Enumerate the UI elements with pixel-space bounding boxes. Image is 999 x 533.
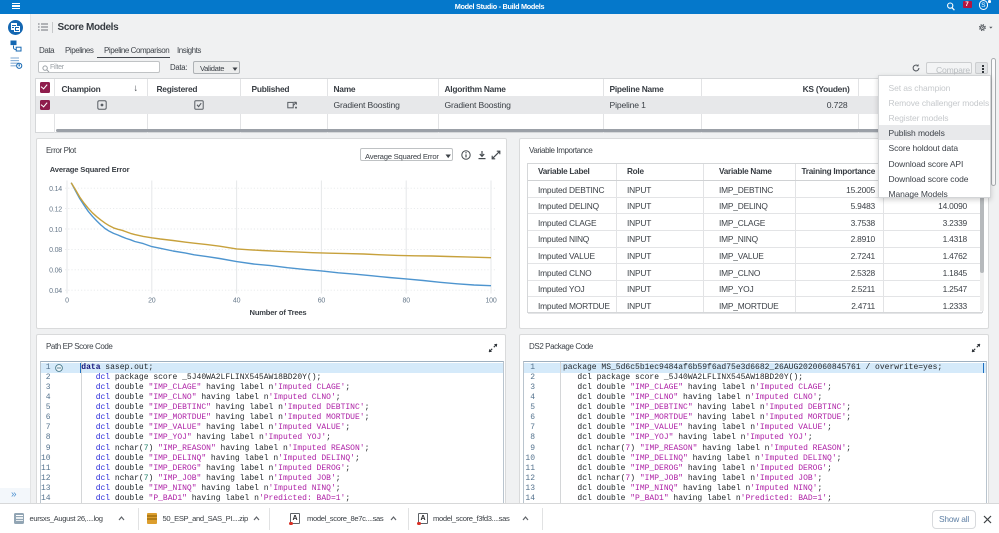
- svg-text:0.08: 0.08: [49, 247, 62, 254]
- svg-text:0.10: 0.10: [49, 226, 62, 233]
- svg-text:0: 0: [65, 297, 69, 304]
- svg-text:40: 40: [233, 297, 241, 304]
- svg-text:0.06: 0.06: [49, 267, 62, 274]
- svg-text:80: 80: [403, 297, 411, 304]
- svg-text:60: 60: [318, 297, 326, 304]
- svg-text:0.04: 0.04: [49, 288, 62, 295]
- svg-text:20: 20: [148, 297, 156, 304]
- svg-text:100: 100: [485, 297, 496, 304]
- svg-text:Number of Trees: Number of Trees: [250, 308, 307, 317]
- svg-text:0.14: 0.14: [49, 186, 62, 193]
- svg-text:0.12: 0.12: [49, 206, 62, 213]
